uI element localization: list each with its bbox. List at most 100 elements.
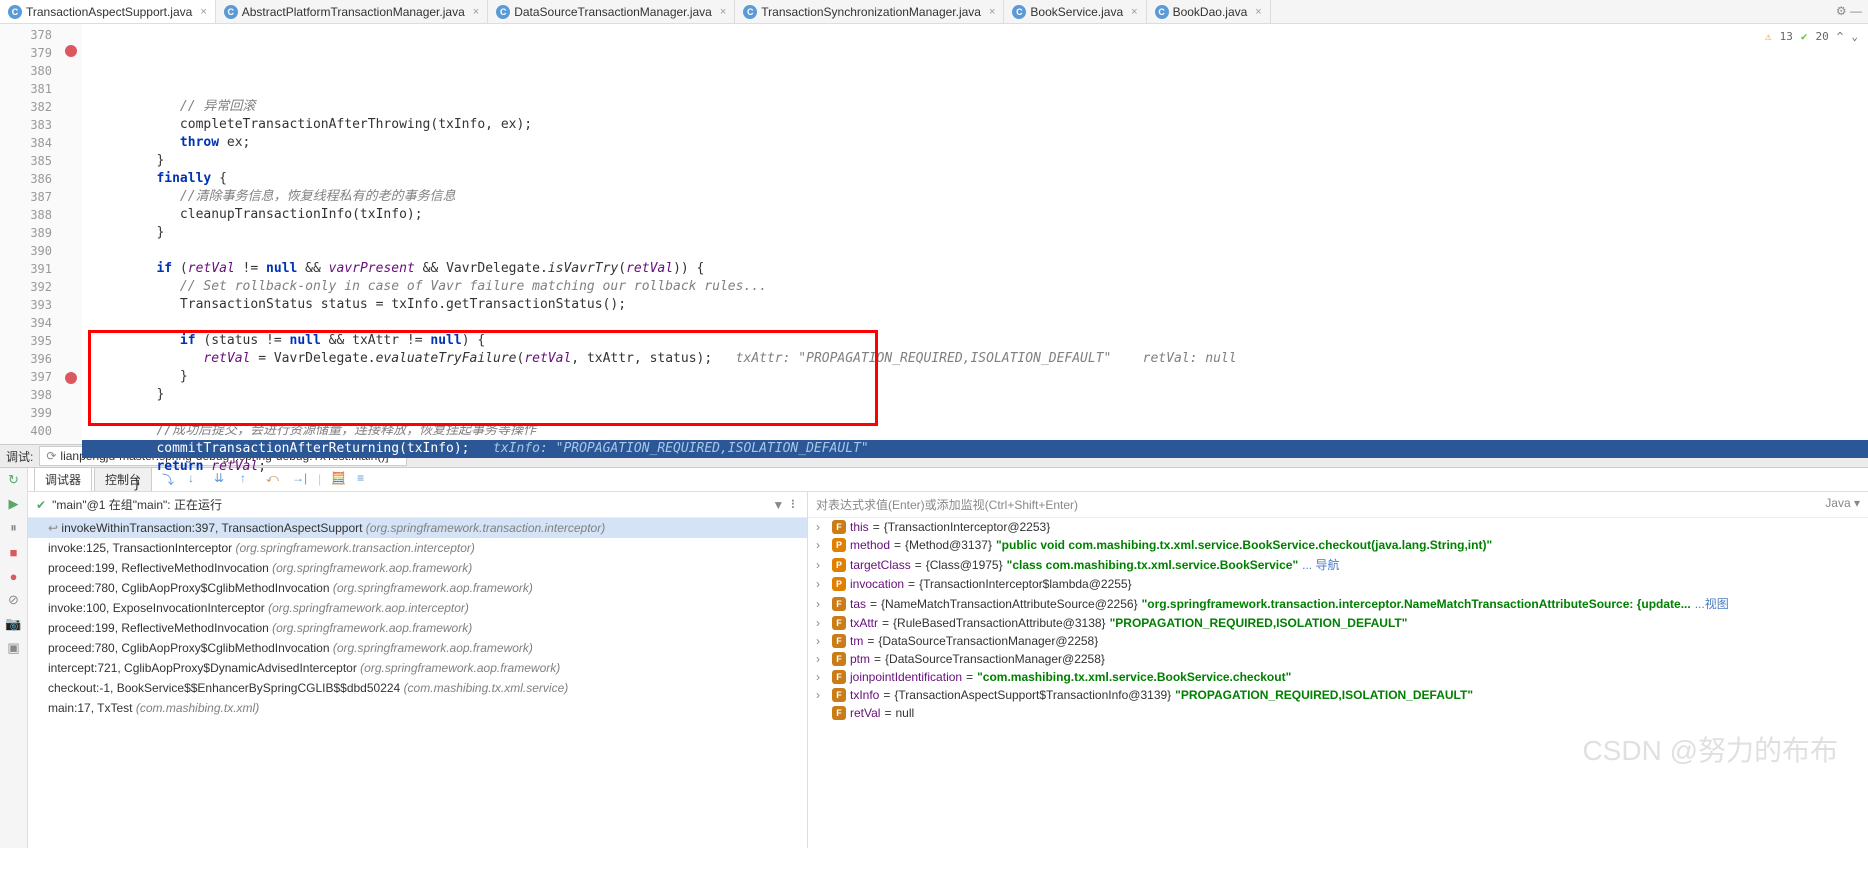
stack-frame[interactable]: ↩ invokeWithinTransaction:397, Transacti…	[28, 518, 807, 538]
code-line[interactable]: completeTransactionAfterThrowing(txInfo,…	[82, 116, 1868, 134]
code-line[interactable]: retVal = VavrDelegate.evaluateTryFailure…	[82, 350, 1868, 368]
variable-row[interactable]: ›P invocation = {TransactionInterceptor$…	[808, 575, 1868, 593]
stack-frame[interactable]: proceed:199, ReflectiveMethodInvocation …	[28, 558, 807, 578]
code-line[interactable]: TransactionStatus status = txInfo.getTra…	[82, 296, 1868, 314]
mute-breakpoints-icon[interactable]: ⊘	[6, 592, 22, 608]
variable-value: {Class@1975}	[926, 558, 1003, 572]
chevron-right-icon[interactable]: ›	[816, 597, 828, 611]
file-tab[interactable]: CAbstractPlatformTransactionManager.java…	[216, 0, 488, 23]
variable-kind-icon: F	[832, 688, 846, 702]
code-line[interactable]: }	[82, 386, 1868, 404]
java-file-icon: C	[1012, 5, 1026, 19]
file-tab[interactable]: CBookDao.java×	[1147, 0, 1271, 23]
variable-row[interactable]: ›F txInfo = {TransactionAspectSupport$Tr…	[808, 686, 1868, 704]
code-line[interactable]: if (retVal != null && vavrPresent && Vav…	[82, 260, 1868, 278]
code-line[interactable]	[82, 404, 1868, 422]
stack-frame[interactable]: invoke:100, ExposeInvocationInterceptor …	[28, 598, 807, 618]
variable-name: invocation	[850, 577, 904, 591]
stack-frame[interactable]: proceed:780, CglibAopProxy$CglibMethodIn…	[28, 638, 807, 658]
chevron-right-icon[interactable]: ›	[816, 634, 828, 648]
warning-count: 13	[1780, 28, 1793, 46]
code-line[interactable]: //清除事务信息，恢复线程私有的老的事务信息	[82, 188, 1868, 206]
variable-name: this	[850, 520, 869, 534]
code-area[interactable]: ⚠13 ✔20 ^⌄ // 异常回滚 completeTransactionAf…	[82, 24, 1868, 444]
variable-value: {Method@3137}	[905, 538, 992, 552]
breakpoint-icon[interactable]	[65, 372, 77, 384]
editor: 3783793803813823833843853863873883893903…	[0, 24, 1868, 444]
variable-row[interactable]: ›P targetClass = {Class@1975} "class com…	[808, 554, 1868, 575]
chevron-up-icon[interactable]: ^	[1837, 28, 1844, 46]
code-line[interactable]	[82, 314, 1868, 332]
file-tab[interactable]: CDataSourceTransactionManager.java×	[488, 0, 735, 23]
camera-icon[interactable]: 📷	[6, 616, 22, 632]
gear-icon[interactable]: ⚙ —	[1836, 4, 1862, 18]
resume-icon[interactable]: ▶	[6, 496, 22, 512]
variable-row[interactable]: ›F tas = {NameMatchTransactionAttributeS…	[808, 593, 1868, 614]
chevron-right-icon[interactable]: ›	[816, 538, 828, 552]
navigate-link[interactable]: ... 导航	[1302, 556, 1339, 573]
chevron-right-icon[interactable]: ›	[816, 577, 828, 591]
code-line[interactable]: commitTransactionAfterReturning(txInfo);…	[82, 440, 1868, 458]
chevron-right-icon[interactable]: ›	[816, 558, 828, 572]
variable-row[interactable]: ›F tm = {DataSourceTransactionManager@22…	[808, 632, 1868, 650]
code-line[interactable]: }	[82, 224, 1868, 242]
close-icon[interactable]: ×	[989, 6, 995, 18]
code-line[interactable]: return retVal;	[82, 458, 1868, 476]
close-icon[interactable]: ×	[720, 6, 726, 18]
close-icon[interactable]: ×	[473, 6, 479, 18]
stop-icon[interactable]: ■	[6, 544, 22, 560]
close-icon[interactable]: ×	[1131, 6, 1137, 18]
view-breakpoints-icon[interactable]: ●	[6, 568, 22, 584]
variable-name: joinpointIdentification	[850, 670, 962, 684]
stack-frame[interactable]: invoke:125, TransactionInterceptor (org.…	[28, 538, 807, 558]
file-tab[interactable]: CTransactionSynchronizationManager.java×	[735, 0, 1004, 23]
variable-row[interactable]: ›F ptm = {DataSourceTransactionManager@2…	[808, 650, 1868, 668]
variable-row[interactable]: ›F txAttr = {RuleBasedTransactionAttribu…	[808, 614, 1868, 632]
chevron-right-icon[interactable]: ›	[816, 688, 828, 702]
chevron-right-icon[interactable]: ›	[816, 670, 828, 684]
chevron-right-icon[interactable]: ›	[816, 520, 828, 534]
code-line[interactable]	[82, 494, 1868, 512]
code-line[interactable]: if (status != null && txAttr != null) {	[82, 332, 1868, 350]
chevron-right-icon[interactable]: ›	[816, 652, 828, 666]
inspection-indicators[interactable]: ⚠13 ✔20 ^⌄	[1765, 28, 1858, 46]
pause-icon[interactable]: ⏸	[6, 520, 22, 536]
stack-frame[interactable]: main:17, TxTest (com.mashibing.tx.xml)	[28, 698, 807, 718]
file-tab[interactable]: CBookService.java×	[1004, 0, 1146, 23]
code-line[interactable]: }	[82, 152, 1868, 170]
code-line[interactable]: //成功后提交，会进行资源储量，连接释放，恢复挂起事务等操作	[82, 422, 1868, 440]
code-line[interactable]	[82, 242, 1868, 260]
settings-icon[interactable]: ▣	[6, 640, 22, 656]
breakpoint-icon[interactable]	[65, 45, 77, 57]
variable-row[interactable]: F retVal = null	[808, 704, 1868, 722]
tab-label: AbstractPlatformTransactionManager.java	[242, 5, 465, 19]
code-line[interactable]: finally {	[82, 170, 1868, 188]
variable-value: {DataSourceTransactionManager@2258}	[885, 652, 1105, 666]
file-tab[interactable]: CTransactionAspectSupport.java×	[0, 0, 216, 23]
java-file-icon: C	[1155, 5, 1169, 19]
code-line[interactable]: }	[82, 476, 1868, 494]
stack-frame[interactable]: proceed:199, ReflectiveMethodInvocation …	[28, 618, 807, 638]
variable-row[interactable]: ›F this = {TransactionInterceptor@2253}	[808, 518, 1868, 536]
variable-value: {TransactionInterceptor$lambda@2255}	[919, 577, 1132, 591]
navigate-link[interactable]: ...视图	[1695, 595, 1729, 612]
code-line[interactable]: // Set rollback-only in case of Vavr fai…	[82, 278, 1868, 296]
code-line[interactable]: throw ex;	[82, 134, 1868, 152]
stack-frame[interactable]: proceed:780, CglibAopProxy$CglibMethodIn…	[28, 578, 807, 598]
debug-main: 调试器 控制台 ⤵ ↓ ⇊ ↑ ⤺ →| | 🧮 ≡ ✔ "main"@1 在组…	[28, 468, 1868, 848]
variable-string: "com.mashibing.tx.xml.service.BookServic…	[977, 670, 1291, 684]
rerun-icon[interactable]: ↻	[6, 472, 22, 488]
close-icon[interactable]: ×	[1255, 6, 1261, 18]
code-line[interactable]: }	[82, 368, 1868, 386]
chevron-right-icon[interactable]: ›	[816, 616, 828, 630]
stack-frame[interactable]: intercept:721, CglibAopProxy$DynamicAdvi…	[28, 658, 807, 678]
variable-name: retVal	[850, 706, 880, 720]
variable-row[interactable]: ›P method = {Method@3137} "public void c…	[808, 536, 1868, 554]
variable-row[interactable]: ›F joinpointIdentification = "com.mashib…	[808, 668, 1868, 686]
variable-name: ptm	[850, 652, 870, 666]
stack-frame[interactable]: checkout:-1, BookService$$EnhancerBySpri…	[28, 678, 807, 698]
code-line[interactable]: // 异常回滚	[82, 98, 1868, 116]
close-icon[interactable]: ×	[200, 6, 206, 18]
chevron-down-icon[interactable]: ⌄	[1851, 28, 1858, 46]
code-line[interactable]: cleanupTransactionInfo(txInfo);	[82, 206, 1868, 224]
